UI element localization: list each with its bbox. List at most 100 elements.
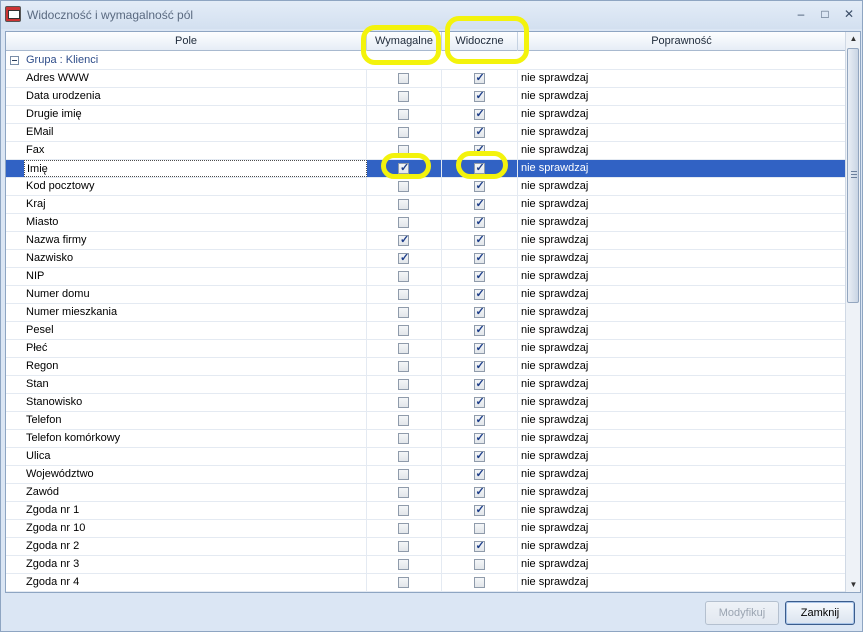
- table-row[interactable]: Regon nie sprawdzaj: [6, 358, 845, 376]
- modify-button[interactable]: Modyfikuj: [705, 601, 779, 625]
- column-header-wymagalne[interactable]: Wymagalne: [367, 32, 442, 51]
- required-checkbox[interactable]: [398, 541, 409, 552]
- scroll-up-icon[interactable]: ▲: [846, 32, 860, 46]
- visible-checkbox[interactable]: [473, 559, 485, 570]
- visible-checkbox[interactable]: [473, 449, 485, 462]
- required-checkbox[interactable]: [398, 577, 409, 588]
- field-name-cell[interactable]: Kraj: [24, 196, 367, 213]
- table-row[interactable]: Zgoda nr 4 nie sprawdzaj: [6, 574, 845, 592]
- field-name-cell[interactable]: Zgoda nr 3: [24, 556, 367, 573]
- validation-cell[interactable]: nie sprawdzaj: [518, 160, 845, 177]
- table-row[interactable]: Nazwisko nie sprawdzaj: [6, 250, 845, 268]
- field-name-cell[interactable]: Nazwa firmy: [24, 232, 367, 249]
- required-checkbox[interactable]: [398, 307, 409, 318]
- required-checkbox[interactable]: [398, 161, 409, 174]
- required-checkbox[interactable]: [398, 325, 409, 336]
- validation-cell[interactable]: nie sprawdzaj: [518, 250, 845, 267]
- validation-cell[interactable]: nie sprawdzaj: [518, 340, 845, 357]
- visible-checkbox[interactable]: [473, 89, 485, 102]
- field-name-cell[interactable]: EMail: [24, 124, 367, 141]
- field-name-cell[interactable]: Pesel: [24, 322, 367, 339]
- table-row[interactable]: Adres WWW nie sprawdzaj: [6, 70, 845, 88]
- validation-cell[interactable]: nie sprawdzaj: [518, 358, 845, 375]
- visible-checkbox[interactable]: [473, 305, 485, 318]
- validation-cell[interactable]: nie sprawdzaj: [518, 232, 845, 249]
- field-name-cell[interactable]: Miasto: [24, 214, 367, 231]
- field-name-cell[interactable]: Zgoda nr 10: [24, 520, 367, 537]
- validation-cell[interactable]: nie sprawdzaj: [518, 214, 845, 231]
- field-name-cell[interactable]: Data urodzenia: [24, 88, 367, 105]
- visible-checkbox[interactable]: [473, 539, 485, 552]
- field-name-cell[interactable]: Fax: [24, 142, 367, 159]
- validation-cell[interactable]: nie sprawdzaj: [518, 376, 845, 393]
- visible-checkbox[interactable]: [473, 143, 485, 156]
- field-name-cell[interactable]: Stanowisko: [24, 394, 367, 411]
- table-row[interactable]: Zawód nie sprawdzaj: [6, 484, 845, 502]
- field-name-cell[interactable]: Województwo: [24, 466, 367, 483]
- field-name-cell[interactable]: Telefon komórkowy: [24, 430, 367, 447]
- table-row[interactable]: Województwo nie sprawdzaj: [6, 466, 845, 484]
- validation-cell[interactable]: nie sprawdzaj: [518, 502, 845, 519]
- table-row[interactable]: Imię nie sprawdzaj: [6, 160, 845, 178]
- visible-checkbox[interactable]: [473, 577, 485, 588]
- validation-cell[interactable]: nie sprawdzaj: [518, 124, 845, 141]
- field-name-cell[interactable]: Zawód: [24, 484, 367, 501]
- validation-cell[interactable]: nie sprawdzaj: [518, 394, 845, 411]
- visible-checkbox[interactable]: [473, 485, 485, 498]
- table-row[interactable]: Kraj nie sprawdzaj: [6, 196, 845, 214]
- table-row[interactable]: Zgoda nr 3 nie sprawdzaj: [6, 556, 845, 574]
- visible-checkbox[interactable]: [473, 71, 485, 84]
- validation-cell[interactable]: nie sprawdzaj: [518, 412, 845, 429]
- visible-checkbox[interactable]: [473, 287, 485, 300]
- validation-cell[interactable]: nie sprawdzaj: [518, 574, 845, 591]
- field-name-cell[interactable]: Numer domu: [24, 286, 367, 303]
- required-checkbox[interactable]: [398, 523, 409, 534]
- required-checkbox[interactable]: [398, 397, 409, 408]
- field-name-cell[interactable]: Stan: [24, 376, 367, 393]
- required-checkbox[interactable]: [398, 433, 409, 444]
- visible-checkbox[interactable]: [473, 179, 485, 192]
- validation-cell[interactable]: nie sprawdzaj: [518, 70, 845, 87]
- validation-cell[interactable]: nie sprawdzaj: [518, 268, 845, 285]
- visible-checkbox[interactable]: [473, 215, 485, 228]
- required-checkbox[interactable]: [398, 199, 409, 210]
- field-name-cell[interactable]: Nazwisko: [24, 250, 367, 267]
- scroll-down-icon[interactable]: ▼: [846, 578, 860, 592]
- table-row[interactable]: Stan nie sprawdzaj: [6, 376, 845, 394]
- visible-checkbox[interactable]: [473, 377, 485, 390]
- visible-checkbox[interactable]: [473, 341, 485, 354]
- column-header-widoczne[interactable]: Widoczne: [442, 32, 518, 51]
- required-checkbox[interactable]: [398, 251, 409, 264]
- field-name-cell[interactable]: Numer mieszkania: [24, 304, 367, 321]
- table-row[interactable]: Fax nie sprawdzaj: [6, 142, 845, 160]
- column-header-pole[interactable]: Pole: [6, 32, 367, 51]
- validation-cell[interactable]: nie sprawdzaj: [518, 286, 845, 303]
- validation-cell[interactable]: nie sprawdzaj: [518, 556, 845, 573]
- vertical-scrollbar[interactable]: ▲ ▼: [845, 32, 860, 592]
- visible-checkbox[interactable]: [473, 395, 485, 408]
- visible-checkbox[interactable]: [473, 359, 485, 372]
- validation-cell[interactable]: nie sprawdzaj: [518, 178, 845, 195]
- scrollbar-thumb[interactable]: [847, 48, 859, 303]
- validation-cell[interactable]: nie sprawdzaj: [518, 538, 845, 555]
- visible-checkbox[interactable]: [473, 233, 485, 246]
- visible-checkbox[interactable]: [473, 413, 485, 426]
- required-checkbox[interactable]: [398, 451, 409, 462]
- table-row[interactable]: Płeć nie sprawdzaj: [6, 340, 845, 358]
- visible-checkbox[interactable]: [473, 523, 485, 534]
- field-name-cell[interactable]: Regon: [24, 358, 367, 375]
- group-row[interactable]: Grupa : Klienci: [6, 52, 845, 70]
- required-checkbox[interactable]: [398, 233, 409, 246]
- field-name-cell[interactable]: Kod pocztowy: [24, 178, 367, 195]
- field-name-cell[interactable]: Adres WWW: [24, 70, 367, 87]
- validation-cell[interactable]: nie sprawdzaj: [518, 484, 845, 501]
- validation-cell[interactable]: nie sprawdzaj: [518, 430, 845, 447]
- collapse-icon[interactable]: [10, 56, 19, 65]
- field-name-cell[interactable]: Imię: [24, 160, 367, 177]
- required-checkbox[interactable]: [398, 127, 409, 138]
- table-row[interactable]: Telefon nie sprawdzaj: [6, 412, 845, 430]
- table-row[interactable]: Miasto nie sprawdzaj: [6, 214, 845, 232]
- required-checkbox[interactable]: [398, 505, 409, 516]
- visible-checkbox[interactable]: [473, 467, 485, 480]
- table-row[interactable]: Pesel nie sprawdzaj: [6, 322, 845, 340]
